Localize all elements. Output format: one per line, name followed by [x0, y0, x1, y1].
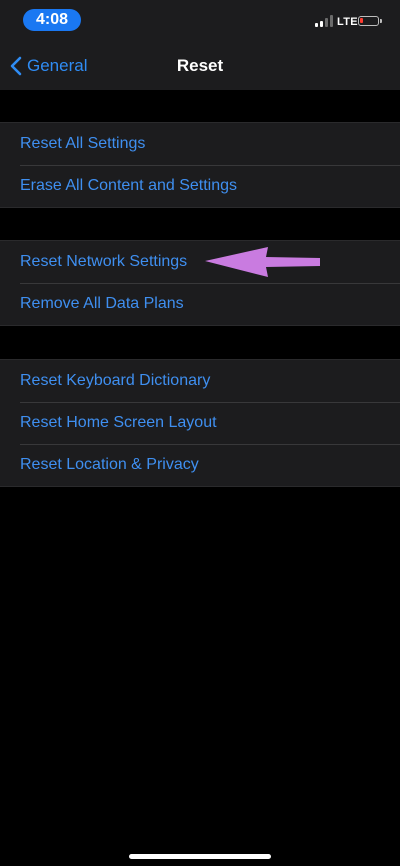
battery-level — [360, 18, 363, 23]
arrow-annotation-icon — [205, 247, 320, 277]
list-item-label: Reset Location & Privacy — [20, 456, 199, 473]
network-type: LTE — [337, 16, 358, 28]
list-item-label: Reset Home Screen Layout — [20, 414, 217, 431]
settings-group-misc: Reset Keyboard Dictionary Reset Home Scr… — [0, 359, 400, 487]
cellular-signal-icon — [315, 15, 333, 27]
home-indicator[interactable] — [129, 854, 271, 859]
status-time[interactable]: 4:08 — [23, 9, 81, 31]
navigation-bar: General Reset — [0, 42, 400, 90]
remove-all-data-plans-item[interactable]: Remove All Data Plans — [0, 283, 400, 325]
reset-all-settings-item[interactable]: Reset All Settings — [0, 123, 400, 165]
list-item-label: Remove All Data Plans — [20, 295, 184, 312]
list-item-label: Reset All Settings — [20, 135, 146, 152]
list-item-label: Erase All Content and Settings — [20, 177, 238, 194]
settings-group-reset: Reset All Settings Erase All Content and… — [0, 122, 400, 208]
erase-all-content-item[interactable]: Erase All Content and Settings — [0, 165, 400, 207]
reset-location-privacy-item[interactable]: Reset Location & Privacy — [0, 444, 400, 486]
battery-icon — [358, 16, 382, 26]
page-title: Reset — [176, 56, 224, 75]
reset-home-screen-layout-item[interactable]: Reset Home Screen Layout — [0, 402, 400, 444]
reset-keyboard-dictionary-item[interactable]: Reset Keyboard Dictionary — [0, 360, 400, 402]
list-item-label: Reset Network Settings — [20, 253, 188, 270]
list-item-label: Reset Keyboard Dictionary — [20, 372, 211, 389]
status-bar: 4:08 LTE — [0, 0, 400, 42]
